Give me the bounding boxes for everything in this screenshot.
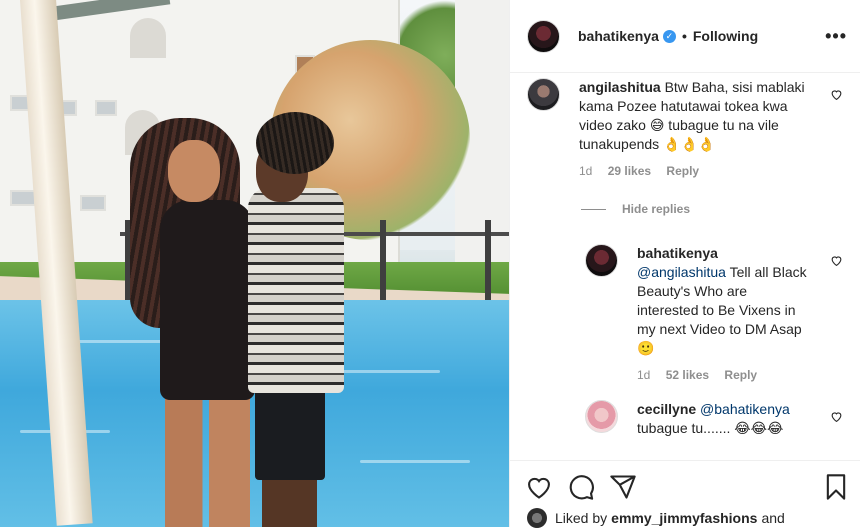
share-icon[interactable] bbox=[609, 473, 637, 501]
header-username[interactable]: bahatikenya bbox=[578, 28, 659, 44]
following-button[interactable]: Following bbox=[693, 28, 758, 44]
comments-list[interactable]: angilashitua Btw Baha, sisi mablaki kama… bbox=[510, 74, 860, 459]
header-separator: • bbox=[681, 28, 687, 44]
heart-icon[interactable] bbox=[525, 473, 553, 501]
avatar[interactable] bbox=[527, 19, 560, 53]
comment-body: angilashitua Btw Baha, sisi mablaki kama… bbox=[579, 78, 805, 181]
avatar[interactable] bbox=[527, 78, 560, 111]
heart-icon[interactable] bbox=[830, 254, 843, 267]
photo-man-legs bbox=[262, 475, 317, 527]
reply-item: bahatikenya @angilashitua Tell all Black… bbox=[585, 244, 847, 385]
comment-meta: 1d 29 likes Reply bbox=[579, 162, 805, 181]
liked-by-suffix: and bbox=[761, 510, 785, 526]
heart-icon[interactable] bbox=[830, 410, 843, 423]
avatar[interactable] bbox=[585, 400, 618, 433]
reply-body: bahatikenya @angilashitua Tell all Black… bbox=[637, 244, 807, 385]
reply-username[interactable]: bahatikenya bbox=[637, 244, 807, 263]
photo-man-shirt bbox=[248, 188, 344, 393]
avatar[interactable] bbox=[585, 244, 618, 277]
avatar[interactable] bbox=[527, 508, 547, 528]
hide-replies-label[interactable]: Hide replies bbox=[622, 202, 690, 216]
photo-woman-legs bbox=[165, 395, 250, 527]
post-actions bbox=[510, 460, 860, 510]
reply-mention[interactable]: @angilashitua bbox=[637, 264, 726, 280]
reply-meta: 1d 52 likes Reply bbox=[637, 366, 807, 385]
liked-by: Liked by emmy_jimmyfashions and bbox=[527, 508, 785, 528]
photo-railing-post bbox=[380, 220, 386, 300]
reply-button[interactable]: Reply bbox=[724, 368, 757, 382]
reply-time[interactable]: 1d bbox=[637, 368, 650, 382]
reply-username[interactable]: cecillyne bbox=[637, 401, 696, 417]
comment-item: angilashitua Btw Baha, sisi mablaki kama… bbox=[527, 78, 847, 181]
reply-text: tubague tu....... 😂😂😂 bbox=[637, 420, 784, 436]
comment-username[interactable]: angilashitua bbox=[579, 79, 661, 95]
photo-man-hair bbox=[256, 112, 334, 174]
photo-railing-post bbox=[485, 220, 491, 300]
reply-mention[interactable]: @bahatikenya bbox=[700, 401, 790, 417]
comment-icon[interactable] bbox=[567, 473, 595, 501]
photo-woman-face bbox=[168, 140, 220, 202]
hide-replies-button[interactable]: Hide replies bbox=[581, 202, 690, 216]
comment-likes[interactable]: 29 likes bbox=[608, 164, 651, 178]
verified-badge-icon: ✓ bbox=[662, 29, 676, 43]
liked-by-prefix: Liked by bbox=[555, 510, 608, 526]
reply-item: cecillyne @bahatikenya tubague tu.......… bbox=[585, 400, 847, 438]
post-side-panel: bahatikenya ✓ • Following ••• angilashit… bbox=[509, 0, 860, 528]
comment-time[interactable]: 1d bbox=[579, 164, 592, 178]
post-photo[interactable] bbox=[0, 0, 509, 527]
reply-body: cecillyne @bahatikenya tubague tu.......… bbox=[637, 400, 807, 438]
hide-replies-line bbox=[581, 208, 606, 210]
reply-likes[interactable]: 52 likes bbox=[666, 368, 709, 382]
liked-by-user[interactable]: emmy_jimmyfashions bbox=[611, 510, 757, 526]
instagram-post: bahatikenya ✓ • Following ••• angilashit… bbox=[0, 0, 860, 528]
reply-button[interactable]: Reply bbox=[666, 164, 699, 178]
post-header: bahatikenya ✓ • Following ••• bbox=[510, 0, 860, 73]
photo-woman-dress bbox=[160, 200, 255, 400]
bookmark-icon[interactable] bbox=[822, 473, 850, 501]
heart-icon[interactable] bbox=[830, 88, 843, 101]
photo-man-shorts bbox=[255, 385, 325, 480]
more-icon[interactable]: ••• bbox=[825, 26, 847, 47]
